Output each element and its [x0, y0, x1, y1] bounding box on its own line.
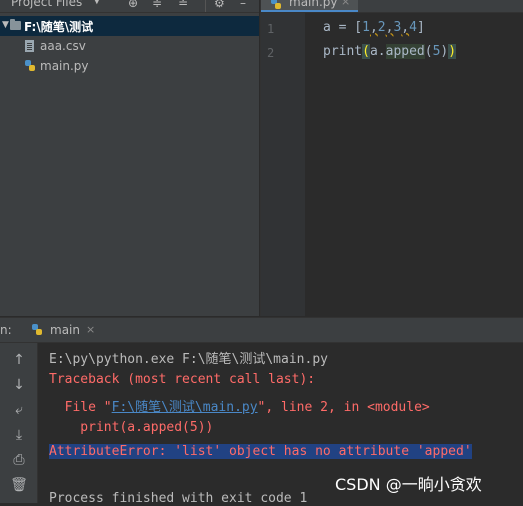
- tree-root-folder[interactable]: ▼ F:\随笔\测试: [0, 16, 259, 36]
- close-icon[interactable]: ×: [86, 323, 95, 336]
- file-link[interactable]: F:\随笔\测试\main.py: [112, 400, 258, 415]
- line-number: 2: [267, 46, 275, 60]
- tab-main-py[interactable]: main.py ×: [261, 0, 358, 12]
- python-file-icon: [25, 60, 35, 72]
- file-label: main.py: [40, 59, 89, 73]
- code-editor[interactable]: main.py × 1 2 a = [1,2,3,4] print(a.appe…: [260, 0, 523, 316]
- project-panel-header: Project Files ▼ ⊕ ≑ ≐ ⚙ –: [0, 0, 259, 13]
- console-error-line: AttributeError: 'list' object has no att…: [49, 444, 472, 459]
- run-label: n:: [0, 323, 12, 337]
- line-number-gutter: 1 2: [261, 13, 305, 316]
- toolbar-divider: [205, 0, 206, 12]
- run-tab-label: main: [50, 323, 80, 337]
- console-file-line: File "F:\随笔\测试\main.py", line 2, in <mod…: [49, 396, 430, 415]
- python-file-icon: [271, 0, 283, 10]
- arrow-up-icon[interactable]: ↑: [10, 351, 28, 369]
- file-label: aaa.csv: [40, 39, 86, 53]
- csv-file-icon: [25, 40, 34, 52]
- console-traceback-header: Traceback (most recent call last):: [49, 372, 316, 387]
- run-tool-window-header: n: main ×: [0, 317, 523, 343]
- console-code-line: print(a.apped(5)): [49, 420, 214, 435]
- expand-arrow-icon[interactable]: ▼: [2, 20, 9, 30]
- console-command: E:\py\python.exe F:\随笔\测试\main.py: [49, 352, 328, 367]
- dropdown-caret-icon[interactable]: ▼: [93, 0, 101, 6]
- run-tab-main[interactable]: main ×: [26, 318, 106, 344]
- gear-icon[interactable]: ⚙: [214, 0, 225, 10]
- code-line-2: print(a.apped(5)): [323, 44, 457, 59]
- tree-item-py[interactable]: main.py: [0, 57, 259, 77]
- soft-wrap-icon[interactable]: ⤶: [10, 401, 28, 419]
- code-line-1: a = [1,2,3,4]: [323, 20, 425, 35]
- run-toolbar: ↑ ↓ ⤶ ⤓ ⎙ 🗑: [0, 343, 38, 503]
- python-file-icon: [32, 324, 44, 336]
- hide-icon[interactable]: –: [240, 0, 246, 10]
- root-folder-label: F:\随笔\测试: [24, 20, 94, 34]
- close-icon[interactable]: ×: [341, 0, 350, 8]
- tree-item-csv[interactable]: aaa.csv: [0, 37, 259, 57]
- scroll-to-end-icon[interactable]: ⤓: [10, 426, 28, 444]
- locate-icon[interactable]: ⊕: [128, 0, 138, 10]
- console-exit-line: Process finished with exit code 1: [49, 491, 308, 506]
- project-panel: Project Files ▼ ⊕ ≑ ≐ ⚙ – ▼ F:\随笔\测试 aaa…: [0, 0, 259, 316]
- print-icon[interactable]: ⎙: [10, 451, 28, 469]
- editor-tab-bar: main.py ×: [261, 0, 523, 13]
- collapse-all-icon[interactable]: ≐: [178, 0, 188, 10]
- editor-tab-label: main.py: [289, 0, 338, 9]
- expand-all-icon[interactable]: ≑: [152, 0, 162, 10]
- trash-icon[interactable]: 🗑: [10, 476, 28, 494]
- watermark: CSDN @一晌小贪欢: [335, 475, 482, 494]
- file-prefix: File ": [49, 400, 112, 415]
- project-panel-title[interactable]: Project Files: [11, 0, 82, 9]
- folder-icon: [10, 19, 21, 30]
- arrow-down-icon[interactable]: ↓: [10, 376, 28, 394]
- file-suffix: ", line 2, in <module>: [257, 400, 430, 415]
- line-number: 1: [267, 22, 275, 36]
